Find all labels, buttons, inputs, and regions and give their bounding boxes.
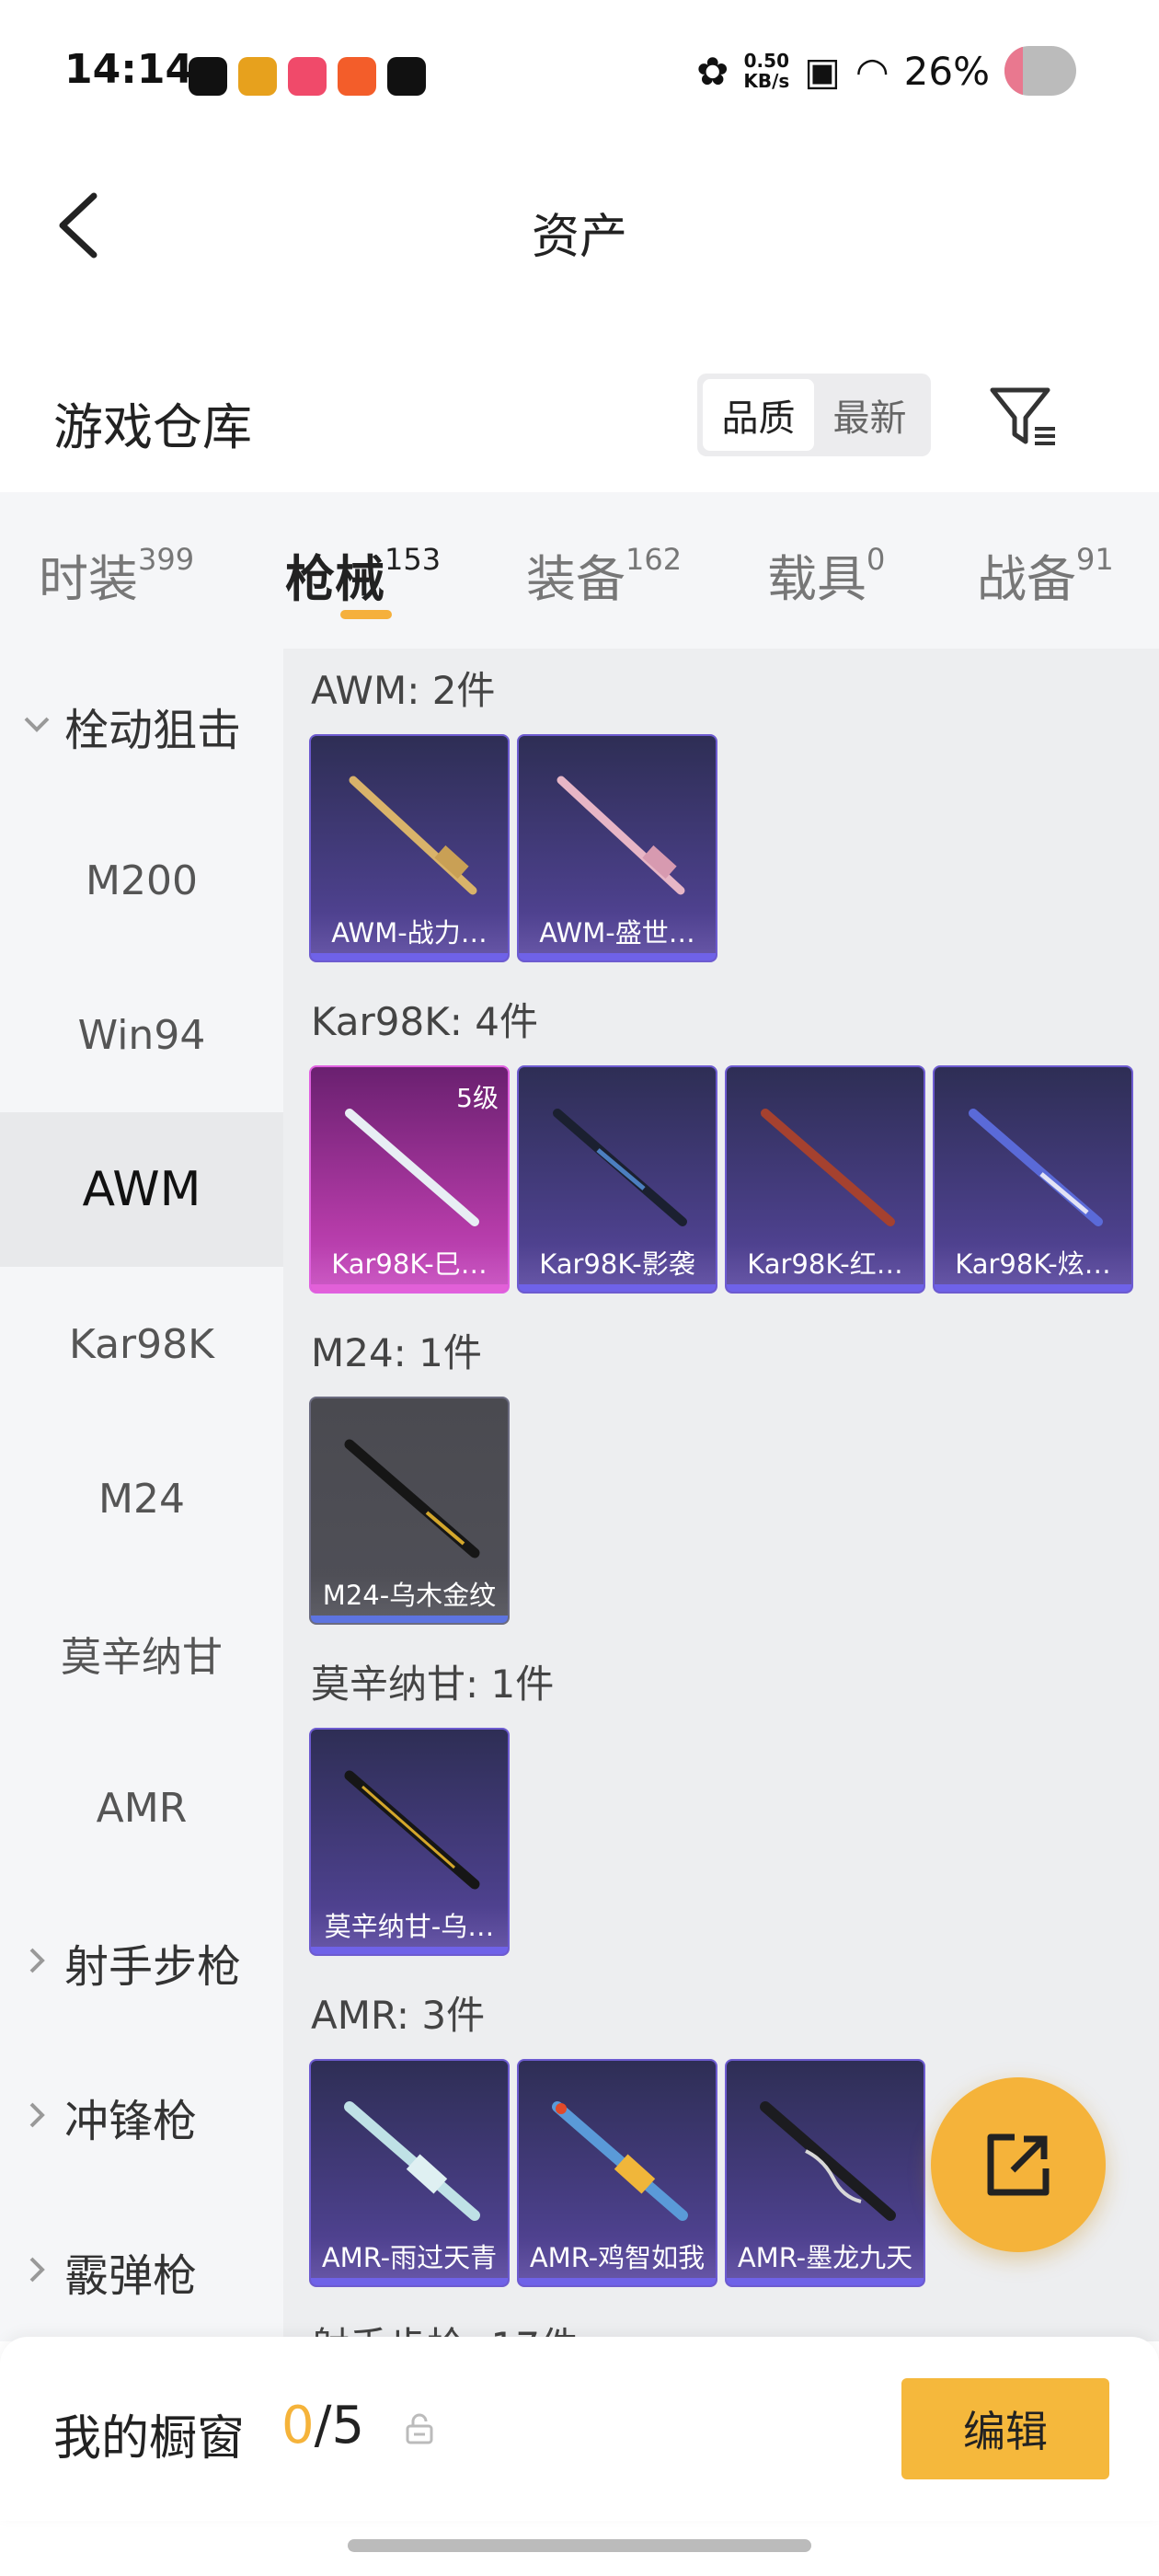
sort-toggle: 品质 最新 xyxy=(697,374,931,456)
lock-icon xyxy=(406,2413,433,2444)
tab-equipment[interactable]: 装备162 xyxy=(526,538,682,611)
sidebar-item-awm[interactable]: AWM xyxy=(0,1112,283,1267)
tab-fashion[interactable]: 时装399 xyxy=(39,538,194,611)
section-title-awm: AWM: 2件 xyxy=(311,668,496,713)
battery-percent: 26% xyxy=(903,48,990,94)
skin-card[interactable]: Kar98K-红… xyxy=(725,1065,925,1294)
blue-bolt-rifle-icon xyxy=(969,1109,1103,1226)
sidebar-group-marksman-rifle[interactable]: 射手步枪 xyxy=(0,1885,283,2040)
home-indicator[interactable] xyxy=(348,2539,811,2552)
wifi-icon: ◠ xyxy=(855,48,889,94)
chevron-right-icon xyxy=(29,2257,45,2283)
sidebar-item-amr[interactable]: AMR xyxy=(0,1731,283,1885)
skin-card[interactable]: AWM-战力… xyxy=(309,734,510,962)
play-app-icon xyxy=(288,57,327,96)
gold-sniper-rifle-icon xyxy=(349,776,477,895)
chicken-amr-icon xyxy=(552,2101,688,2221)
sidebar-item-kar98k[interactable]: Kar98K xyxy=(0,1267,283,1421)
edit-button[interactable]: 编辑 xyxy=(901,2378,1109,2479)
tab-vehicles[interactable]: 载具0 xyxy=(767,538,885,611)
dark-bolt-rifle-icon xyxy=(553,1109,687,1226)
skin-card[interactable]: AMR-墨龙九天 xyxy=(725,2059,925,2287)
flower-icon: ✿ xyxy=(696,48,729,94)
category-tabs: 时装399 枪械153 装备162 载具0 战备91 xyxy=(0,492,1159,649)
warehouse-header: 游戏仓库 品质 最新 xyxy=(0,359,1159,497)
white-bolt-rifle-icon xyxy=(345,1109,479,1226)
nav-bar: 资产 xyxy=(0,166,1159,285)
share-fab-button[interactable] xyxy=(931,2077,1106,2252)
share-external-icon xyxy=(987,2133,1050,2196)
sidebar-group-shotgun[interactable]: 霰弹枪 xyxy=(0,2194,283,2341)
sort-latest-button[interactable]: 最新 xyxy=(814,379,925,451)
section-title-kar98k: Kar98K: 4件 xyxy=(311,999,539,1044)
status-right: ✿ 0.50 KB/s ▣ ◠ 26% xyxy=(696,46,1076,96)
active-tab-indicator xyxy=(340,610,392,619)
filter-icon xyxy=(990,387,1055,445)
skin-card[interactable]: Kar98K-炫… xyxy=(933,1065,1133,1294)
skin-card[interactable]: 莫辛纳甘-乌… xyxy=(309,1728,510,1956)
status-time: 14:14 xyxy=(64,46,194,93)
skin-card[interactable]: AMR-鸡智如我 xyxy=(517,2059,717,2287)
notification-icons xyxy=(189,57,426,96)
chevron-right-icon xyxy=(29,1948,45,1973)
sidebar-item-mosin[interactable]: 莫辛纳甘 xyxy=(0,1576,283,1731)
skin-card[interactable]: AMR-雨过天青 xyxy=(309,2059,510,2287)
battery-icon xyxy=(1004,46,1076,96)
tab-supplies[interactable]: 战备91 xyxy=(977,538,1114,611)
ink-dragon-amr-icon xyxy=(760,2101,896,2221)
game-app-icon xyxy=(238,57,277,96)
level-badge: 5级 xyxy=(456,1083,499,1113)
section-title-m24: M24: 1件 xyxy=(311,1330,482,1375)
sidebar-item-m200[interactable]: M200 xyxy=(0,803,283,958)
black-gold-rifle-icon xyxy=(344,1770,480,1890)
celadon-amr-icon xyxy=(344,2101,480,2221)
chevron-right-icon xyxy=(29,2102,45,2128)
tab-guns[interactable]: 枪械153 xyxy=(285,538,441,611)
chevron-down-icon xyxy=(24,717,50,732)
sidebar-item-m24[interactable]: M24 xyxy=(0,1421,283,1576)
skin-card[interactable]: AWM-盛世… xyxy=(517,734,717,962)
red-bolt-rifle-icon xyxy=(761,1109,895,1226)
section-title-mosin: 莫辛纳甘: 1件 xyxy=(311,1662,555,1707)
sidebar-item-win94[interactable]: Win94 xyxy=(0,958,283,1112)
dot-app-icon xyxy=(387,57,426,96)
skin-card[interactable]: Kar98K-影袭 xyxy=(517,1065,717,1294)
sort-quality-button[interactable]: 品质 xyxy=(703,379,814,451)
video-app-icon xyxy=(189,57,227,96)
skin-card[interactable]: 5级 Kar98K-巳… xyxy=(309,1065,510,1294)
net-speed: 0.50 KB/s xyxy=(743,50,790,92)
warehouse-title: 游戏仓库 xyxy=(53,398,252,456)
sidebar-group-smg[interactable]: 冲锋枪 xyxy=(0,2040,283,2194)
section-title-amr: AMR: 3件 xyxy=(311,1993,486,2038)
pink-sniper-rifle-icon xyxy=(557,776,685,895)
black-gold-rifle-icon xyxy=(344,1439,480,1558)
weapon-type-sidebar: 栓动狙击 M200 Win94 AWM Kar98K M24 莫辛纳甘 AMR … xyxy=(0,649,283,2341)
status-bar: 14:14 ✿ 0.50 KB/s ▣ ◠ 26% xyxy=(0,0,1159,147)
showcase-count: 0/5 xyxy=(281,2396,365,2455)
showcase-bar: 我的橱窗 0/5 编辑 xyxy=(0,2337,1159,2521)
kuaishou-app-icon xyxy=(338,57,376,96)
sim-off-icon: ▣ xyxy=(804,48,841,94)
sidebar-group-bolt-sniper[interactable]: 栓动狙击 xyxy=(0,649,283,803)
filter-button[interactable] xyxy=(989,385,1058,449)
showcase-title: 我的橱窗 xyxy=(53,2411,246,2467)
page-title: 资产 xyxy=(531,210,627,265)
skin-card[interactable]: M24-乌木金纹 xyxy=(309,1397,510,1625)
